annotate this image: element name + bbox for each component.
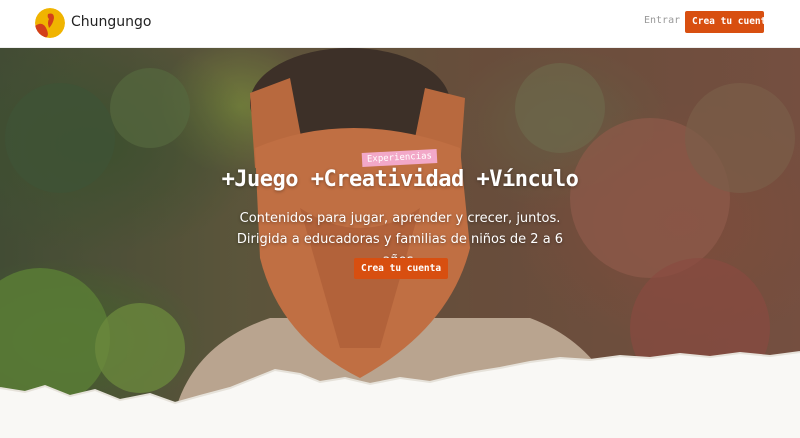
hero-signup-button[interactable]: Crea tu cuenta [354,258,449,279]
chungungo-logo-icon[interactable] [35,8,65,38]
signup-button[interactable]: Crea tu cuenta [685,11,772,33]
hero-section: Experiencias +Juego +Creatividad +Víncul… [0,48,800,438]
login-link[interactable]: Entrar [640,15,684,26]
top-nav: Chungungo Entrar Crea tu cuenta [0,0,800,48]
torn-paper-divider [0,351,800,438]
hero-title: +Juego +Creatividad +Vínculo [221,167,579,192]
brand-name[interactable]: Chungungo [71,14,151,30]
